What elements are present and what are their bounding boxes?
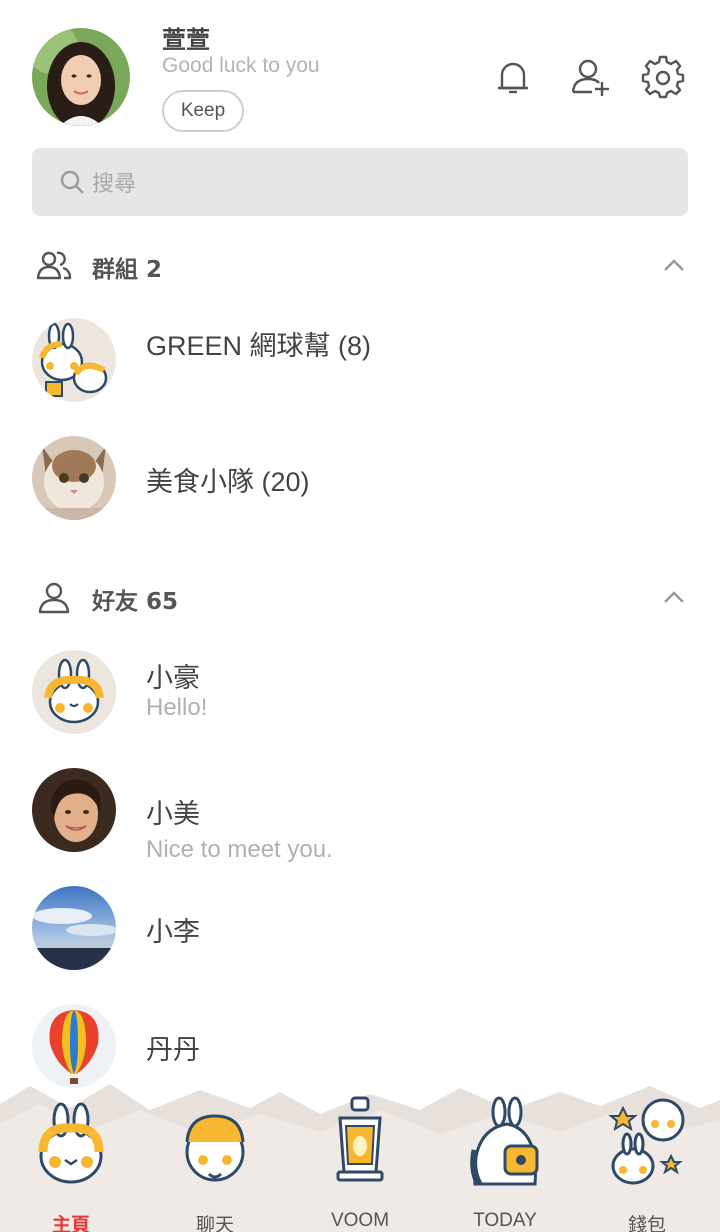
group-icon — [36, 251, 72, 280]
friend-avatar — [32, 768, 116, 852]
bottom-tab-bar: 主頁 聊天 VOOM TODAY 錢包 — [0, 1080, 720, 1232]
tab-voom-label: VOOM — [330, 1210, 390, 1231]
friend-status: Nice to meet you. — [146, 836, 333, 863]
tab-wallet-label: 錢包 — [627, 1215, 666, 1232]
friend-avatar — [32, 1004, 116, 1088]
add-friend-icon[interactable] — [568, 54, 614, 100]
friend-icon — [38, 582, 70, 614]
group-avatar — [32, 318, 116, 402]
tab-home[interactable]: 主頁 — [6, 1090, 136, 1232]
lantern-icon — [336, 1096, 384, 1182]
tab-chats[interactable]: 聊天 — [150, 1090, 280, 1232]
rabbit-and-chick-icon — [608, 1098, 685, 1185]
friend-status: Hello! — [146, 694, 208, 721]
group-name: 美食小隊 (20) — [146, 467, 310, 497]
settings-gear-icon[interactable] — [640, 54, 686, 100]
friend-avatar — [32, 886, 116, 970]
profile-avatar[interactable] — [32, 28, 130, 126]
chick-sticker-icon — [185, 1114, 245, 1182]
groups-section-header[interactable]: 群組 2 — [0, 236, 720, 296]
profile-header: 萱萱 Good luck to you Keep — [0, 0, 720, 140]
search-bar[interactable]: 搜尋 — [32, 148, 688, 216]
friend-name: 丹丹 — [146, 1035, 200, 1065]
friend-avatar — [32, 650, 116, 734]
bell-icon[interactable] — [490, 54, 536, 100]
tab-voom[interactable]: VOOM — [295, 1090, 425, 1231]
keep-button[interactable]: Keep — [162, 90, 244, 132]
group-row[interactable]: 美食小隊 (20) — [0, 436, 720, 546]
rabbit-backpack-icon — [470, 1096, 539, 1186]
friend-row[interactable]: 小李 — [0, 886, 720, 996]
search-placeholder: 搜尋 — [92, 172, 137, 197]
tab-chats-label: 聊天 — [195, 1215, 234, 1232]
groups-section-title: 群組 2 — [92, 257, 163, 283]
friend-name: 小豪 — [146, 663, 200, 693]
group-row[interactable]: GREEN 網球幫 (8) — [0, 318, 720, 428]
tab-today[interactable]: TODAY — [440, 1090, 570, 1231]
tab-today-label: TODAY — [473, 1210, 537, 1231]
tab-home-label: 主頁 — [51, 1215, 90, 1232]
search-icon — [60, 170, 84, 194]
profile-status-message: Good luck to you — [162, 54, 320, 77]
chevron-up-icon[interactable] — [660, 584, 688, 612]
friend-name: 小李 — [146, 917, 200, 947]
friends-section-header[interactable]: 好友 65 — [0, 568, 720, 628]
friend-row[interactable]: 小美 Nice to meet you. — [0, 768, 720, 878]
rabbit-headphones-icon — [38, 1102, 104, 1184]
chevron-up-icon[interactable] — [660, 252, 688, 280]
friends-section-title: 好友 65 — [92, 589, 179, 615]
tab-wallet[interactable]: 錢包 — [582, 1090, 712, 1232]
group-name: GREEN 網球幫 (8) — [146, 331, 372, 361]
friend-row[interactable]: 小豪 Hello! — [0, 650, 720, 760]
friend-name: 小美 — [146, 799, 200, 829]
group-avatar — [32, 436, 116, 520]
profile-name: 萱萱 — [162, 26, 210, 54]
